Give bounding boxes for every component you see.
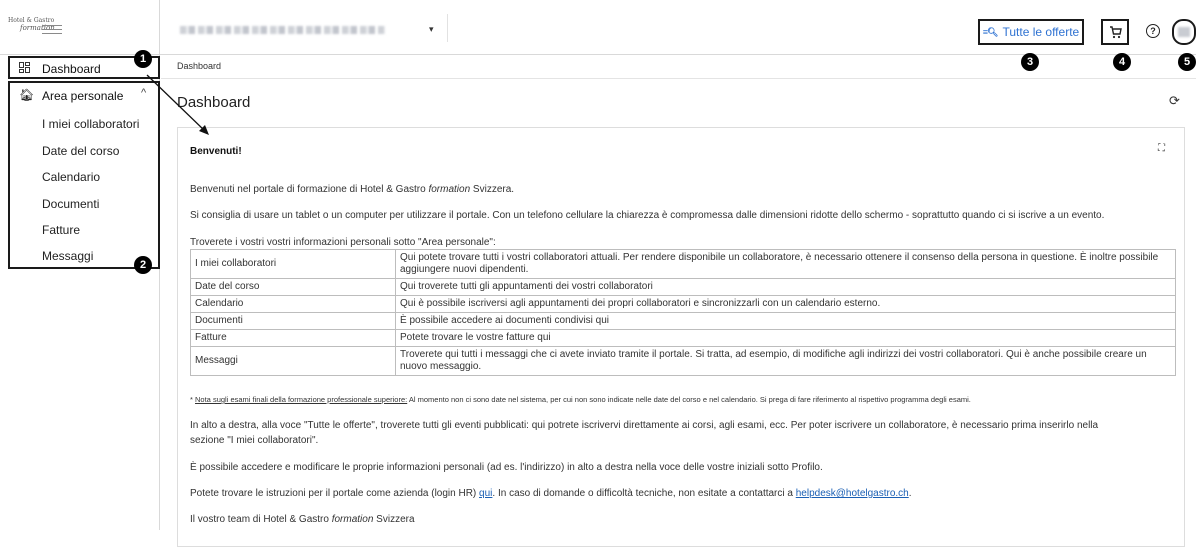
sidebar-group-label: Area personale — [42, 89, 124, 103]
search-list-icon: ≡🔍︎ — [982, 26, 999, 37]
top-bar: Hotel & Gastro formation ▾ ≡🔍︎ Tutte le … — [0, 0, 1196, 55]
card-title: Benvenuti! — [190, 146, 242, 157]
callout-badge-1: 1 — [134, 50, 152, 68]
offers-paragraph-line2: sezione "I miei collaboratori". — [190, 435, 319, 446]
exam-note-link[interactable]: Nota sugli esami finali della formazione… — [195, 395, 407, 404]
logo: Hotel & Gastro formation — [8, 17, 66, 39]
avatar[interactable] — [1172, 19, 1196, 45]
dashboard-icon — [19, 62, 30, 73]
logo-area[interactable]: Hotel & Gastro formation — [0, 0, 160, 55]
profile-paragraph: È possibile accedere e modificare le pro… — [190, 462, 823, 473]
refresh-icon[interactable]: ⟳ — [1169, 93, 1180, 109]
company-dropdown-caret-icon[interactable]: ▾ — [429, 24, 434, 35]
help-icon[interactable]: ? — [1146, 24, 1160, 38]
breadcrumb[interactable]: Dashboard — [177, 61, 221, 71]
table-row: Date del corso Qui troverete tutti gli ap… — [190, 278, 1176, 296]
callout-badge-4: 4 — [1113, 53, 1131, 71]
sidebar-group-header[interactable]: 🏠︎ Area personale ^ — [10, 83, 158, 109]
sidebar-item-label: Dashboard — [42, 62, 101, 76]
device-hint-paragraph: Si consiglia di usare un tablet o un com… — [190, 210, 1105, 221]
helpdesk-email-link[interactable]: helpdesk@hotelgastro.ch — [796, 488, 909, 499]
signature-paragraph: Il vostro team di Hotel & Gastro formati… — [190, 514, 415, 525]
home-icon: 🏠︎ — [19, 88, 35, 102]
table-row: Fatture Potete trovare le vostre fatture … — [190, 329, 1176, 347]
expand-icon[interactable]: ⛶ — [1158, 143, 1165, 154]
callout-badge-5: 5 — [1178, 53, 1196, 71]
breadcrumb-bar: Dashboard — [161, 55, 1196, 79]
logo-mark-icon — [42, 25, 62, 37]
callout-badge-3: 3 — [1021, 53, 1039, 71]
sidebar-item-date-corso[interactable]: Date del corso — [42, 144, 119, 158]
offers-paragraph-line1: In alto a destra, alla voce "Tutte le of… — [190, 420, 1099, 431]
instructions-link[interactable]: qui — [479, 488, 492, 499]
page-title: Dashboard — [177, 94, 251, 111]
exam-note: * Nota sugli esami finali della formazio… — [190, 395, 971, 404]
table-row: I miei collaboratori Qui potete trovare t… — [190, 249, 1176, 279]
personal-area-table: I miei collaboratori Qui potete trovare t… — [190, 249, 1176, 376]
table-row: Documenti È possibile accedere ai documen… — [190, 312, 1176, 330]
company-name-blurred[interactable] — [180, 26, 385, 34]
cart-icon — [1109, 25, 1122, 38]
cart-button[interactable] — [1101, 19, 1129, 45]
all-offers-label: Tutte le offerte — [1002, 25, 1080, 39]
sidebar-item-collaboratori[interactable]: I miei collaboratori — [42, 117, 139, 131]
sidebar-group-area-personale: 🏠︎ Area personale ^ I miei collaboratori… — [8, 81, 160, 269]
welcome-paragraph: Benvenuti nel portale di formazione di H… — [190, 184, 515, 195]
sidebar-item-calendario[interactable]: Calendario — [42, 170, 100, 184]
all-offers-button[interactable]: ≡🔍︎ Tutte le offerte — [978, 19, 1084, 45]
logo-text: Hotel & Gastro — [8, 17, 55, 24]
personal-area-intro: Troverete i vostri vostri informazioni p… — [190, 237, 496, 248]
avatar-initials-blurred — [1178, 27, 1190, 37]
table-row: Messaggi Troverete qui tutti i messaggi c… — [190, 346, 1176, 376]
instructions-paragraph: Potete trovare le istruzioni per il port… — [190, 488, 912, 499]
chevron-up-icon: ^ — [141, 87, 147, 99]
divider — [447, 14, 448, 42]
sidebar: Dashboard 🏠︎ Area personale ^ I miei col… — [0, 55, 160, 530]
sidebar-item-fatture[interactable]: Fatture — [42, 223, 80, 237]
table-row: Calendario Qui è possibile iscriversi agl… — [190, 295, 1176, 313]
sidebar-item-documenti[interactable]: Documenti — [42, 197, 99, 211]
callout-badge-2: 2 — [134, 256, 152, 274]
sidebar-item-messaggi[interactable]: Messaggi — [42, 249, 93, 263]
